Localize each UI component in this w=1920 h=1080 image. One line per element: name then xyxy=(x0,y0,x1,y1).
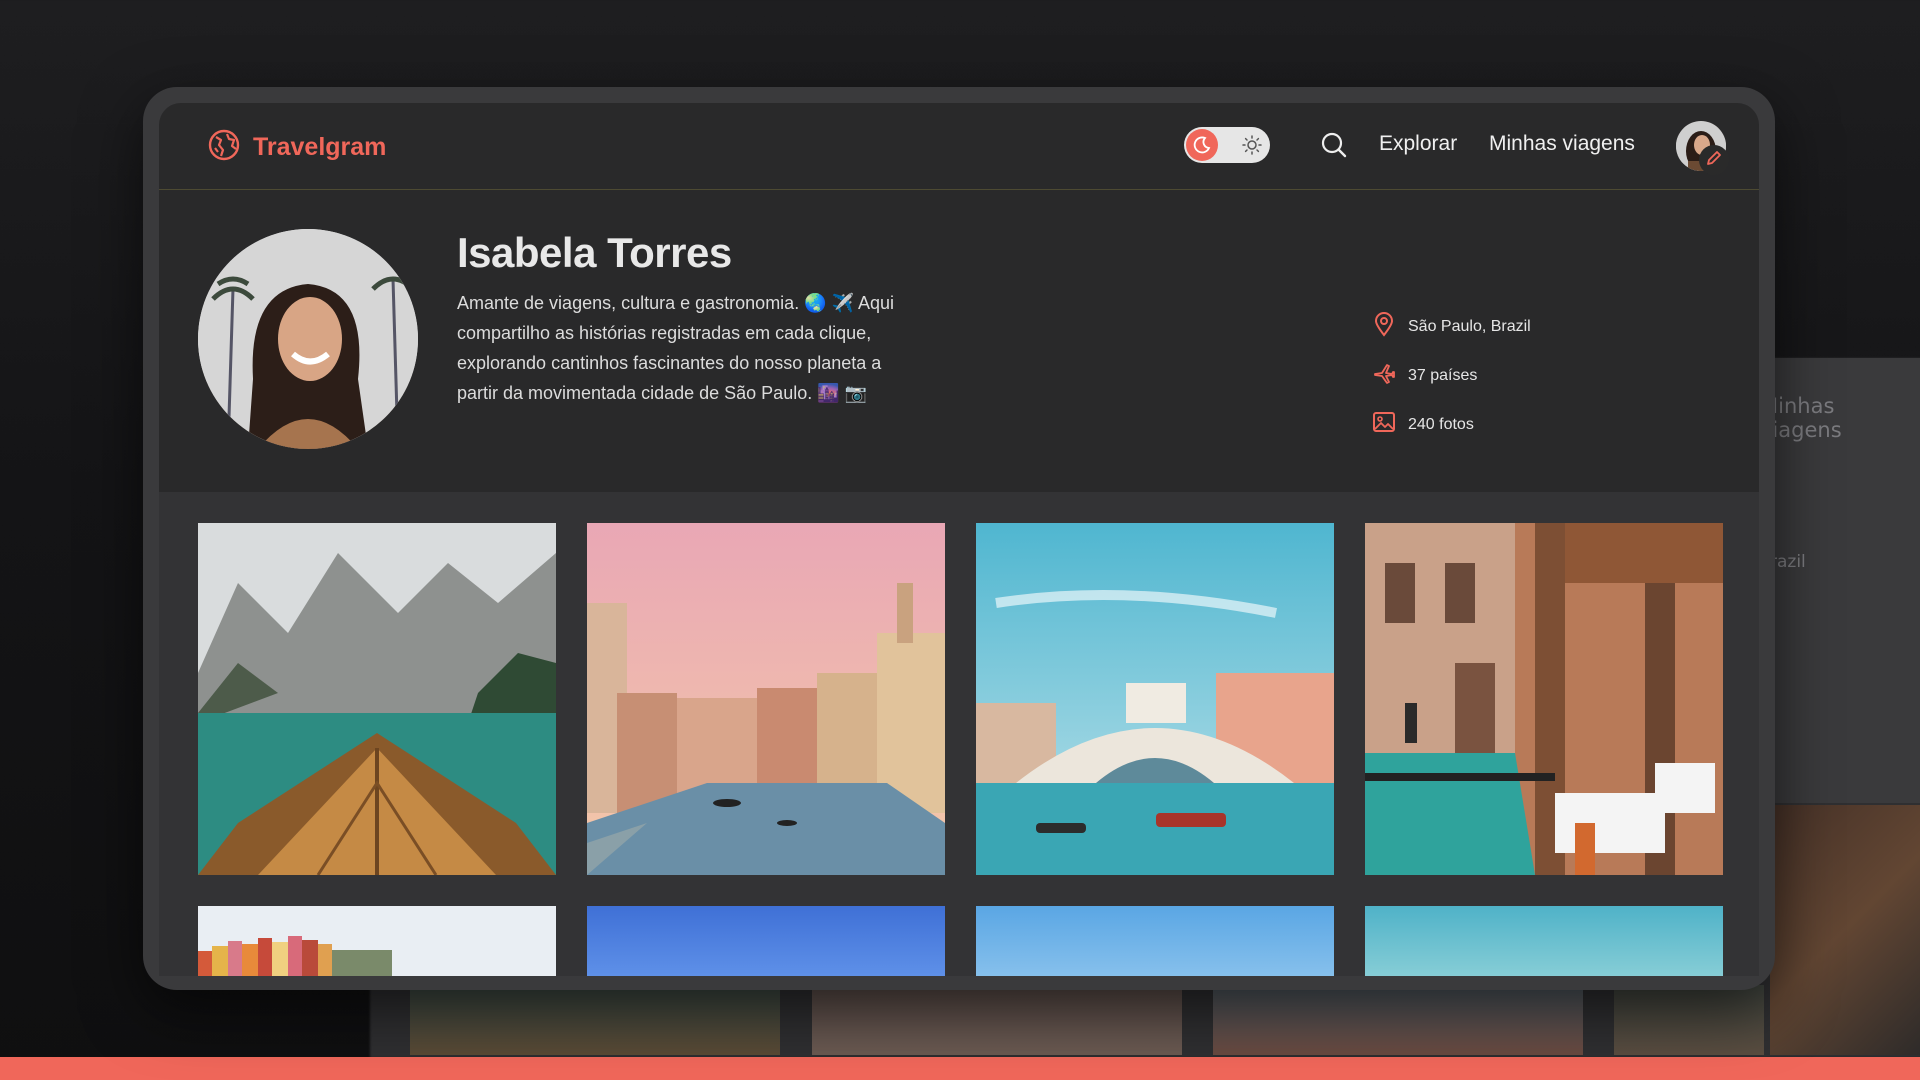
location-pin-icon xyxy=(1372,311,1396,342)
stat-countries-label: 37 países xyxy=(1408,366,1478,384)
stat-countries: 37 países xyxy=(1372,361,1477,390)
gallery-photo[interactable] xyxy=(1365,906,1723,976)
stat-location-label: São Paulo, Brazil xyxy=(1408,317,1531,335)
background-photo xyxy=(1614,985,1764,1055)
profile-bio: Amante de viagens, cultura e gastronomia… xyxy=(457,293,895,403)
logo[interactable]: Travelgram xyxy=(207,128,386,166)
app-viewport: Travelgram Explorar Minhas viagens Isabe… xyxy=(159,103,1759,976)
nav-link-minhas-viagens[interactable]: Minhas viagens xyxy=(1489,132,1635,156)
globe-icon xyxy=(207,128,241,166)
background-photo xyxy=(812,985,1182,1055)
background-photo xyxy=(1770,805,1920,1055)
app-window: Travelgram Explorar Minhas viagens Isabe… xyxy=(143,87,1775,990)
gallery-photo[interactable] xyxy=(976,906,1334,976)
edit-profile-button[interactable] xyxy=(1699,145,1729,175)
navbar: Travelgram Explorar Minhas viagens xyxy=(159,103,1759,190)
stat-photos: 240 fotos xyxy=(1372,411,1474,438)
photo-gallery xyxy=(159,492,1759,976)
moon-icon xyxy=(1186,129,1218,161)
profile-name: Isabela Torres xyxy=(457,229,732,276)
bottom-accent-bar xyxy=(0,1057,1920,1080)
profile-photo xyxy=(198,229,418,449)
background-photo xyxy=(1213,985,1583,1055)
background-nav-link: Minhas viagens xyxy=(1760,394,1842,442)
gallery-photo[interactable] xyxy=(198,906,556,976)
app-title: Travelgram xyxy=(253,132,387,161)
gallery-photo[interactable] xyxy=(1365,523,1723,875)
search-icon[interactable] xyxy=(1319,130,1349,164)
nav-link-explorar[interactable]: Explorar xyxy=(1379,132,1457,156)
airplane-icon xyxy=(1372,361,1396,390)
gallery-photo[interactable] xyxy=(198,523,556,875)
gallery-photo[interactable] xyxy=(587,523,945,875)
gallery-photo[interactable] xyxy=(587,906,945,976)
background-photo xyxy=(410,985,780,1055)
gallery-photo[interactable] xyxy=(976,523,1334,875)
stat-photos-label: 240 fotos xyxy=(1408,415,1474,433)
image-icon xyxy=(1372,411,1396,438)
sun-icon xyxy=(1242,135,1262,159)
theme-toggle[interactable] xyxy=(1184,127,1270,163)
background-location-fragment: razil xyxy=(1770,552,1806,572)
stat-location: São Paulo, Brazil xyxy=(1372,311,1531,342)
pencil-icon xyxy=(1705,149,1723,171)
